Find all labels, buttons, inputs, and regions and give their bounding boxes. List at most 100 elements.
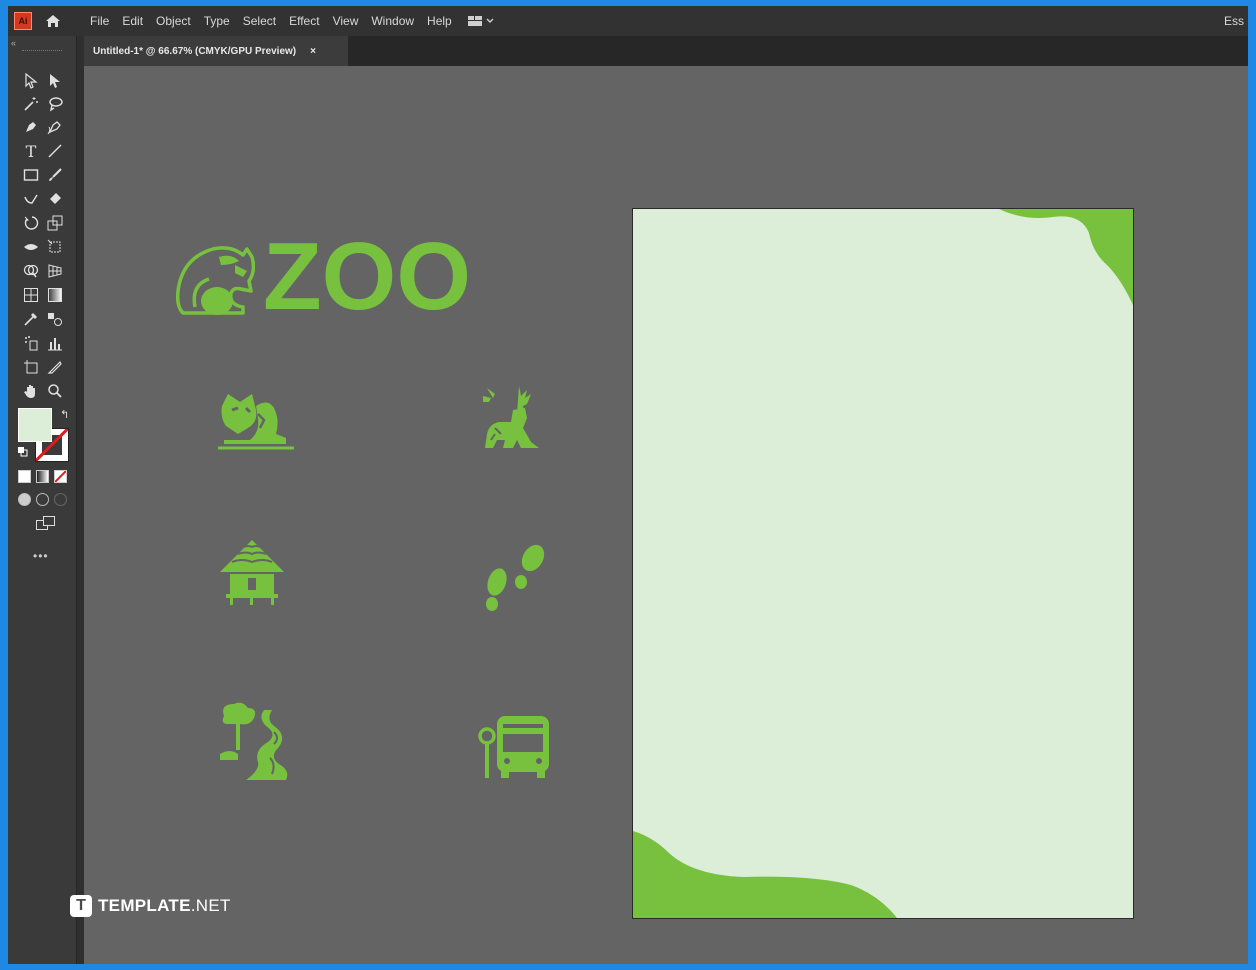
line-segment-tool[interactable] xyxy=(44,140,66,162)
free-transform-tool[interactable] xyxy=(44,236,66,258)
lasso-icon xyxy=(49,97,63,112)
perspective-grid-icon xyxy=(48,264,62,278)
tools-panel: « T ↰ ••• xyxy=(8,36,77,964)
gradient-icon xyxy=(48,288,62,302)
knife-icon xyxy=(47,360,62,374)
menu-effect[interactable]: Effect xyxy=(289,14,319,28)
draw-mode-row xyxy=(18,493,67,506)
screen-mode-icon[interactable] xyxy=(36,516,56,535)
artboard-icon xyxy=(24,360,38,374)
close-icon[interactable]: × xyxy=(310,46,316,57)
column-graph-tool[interactable] xyxy=(44,332,66,354)
paintbrush-tool[interactable] xyxy=(44,164,66,186)
scale-icon xyxy=(47,215,63,231)
zoo-logo[interactable]: ZOO xyxy=(173,229,471,325)
type-tool[interactable]: T xyxy=(20,140,42,162)
paintbrush-icon xyxy=(49,168,62,181)
swap-fill-stroke-icon[interactable]: ↰ xyxy=(60,408,69,421)
curvature-pen-icon xyxy=(47,121,61,135)
menu-edit[interactable]: Edit xyxy=(122,14,143,28)
pen-tool[interactable] xyxy=(20,116,42,138)
deer-icon[interactable] xyxy=(481,384,541,452)
gradient-tool[interactable] xyxy=(44,284,66,306)
fill-swatch[interactable] xyxy=(18,408,52,442)
menu-file[interactable]: File xyxy=(90,14,109,28)
curvature-tool[interactable] xyxy=(44,116,66,138)
shape-builder-tool[interactable] xyxy=(20,260,42,282)
park-path-icon[interactable] xyxy=(216,702,298,782)
zoo-logo-text: ZOO xyxy=(263,223,471,330)
footprints-icon[interactable] xyxy=(481,544,553,612)
eraser-icon xyxy=(50,193,61,204)
panel-grip[interactable] xyxy=(22,50,62,53)
selection-tool[interactable] xyxy=(20,70,42,92)
arrange-documents-icon xyxy=(467,16,482,26)
color-button[interactable] xyxy=(18,470,31,483)
document-tab[interactable]: Untitled-1* @ 66.67% (CMYK/GPU Preview) … xyxy=(84,36,348,66)
menu-window[interactable]: Window xyxy=(371,14,414,28)
pen-nib-icon xyxy=(26,122,36,132)
symbol-sprayer-icon xyxy=(25,336,38,351)
none-button[interactable] xyxy=(54,470,67,483)
mesh-tool[interactable] xyxy=(20,284,42,306)
menu-type[interactable]: Type xyxy=(204,14,230,28)
draw-inside-button[interactable] xyxy=(54,493,67,506)
menu-help[interactable]: Help xyxy=(427,14,452,28)
color-mode-row xyxy=(18,470,67,483)
direct-selection-arrow-icon xyxy=(50,74,60,88)
eraser-tool[interactable] xyxy=(44,188,66,210)
slice-tool[interactable] xyxy=(44,356,66,378)
corner-wave-bottom-left xyxy=(633,831,897,918)
menu-select[interactable]: Select xyxy=(243,14,276,28)
hut-icon[interactable] xyxy=(218,538,286,606)
watermark-brand: TEMPLATE xyxy=(98,896,191,915)
magic-wand-icon xyxy=(24,97,38,111)
perspective-grid-tool[interactable] xyxy=(44,260,66,282)
symbol-sprayer-tool[interactable] xyxy=(20,332,42,354)
rotate-icon xyxy=(24,216,39,230)
width-tool[interactable] xyxy=(20,236,42,258)
artboard-tool[interactable] xyxy=(20,356,42,378)
panda-logo-icon xyxy=(175,246,255,315)
arrange-documents-button[interactable] xyxy=(467,16,494,26)
magic-wand-tool[interactable] xyxy=(20,93,42,115)
workspace-switcher[interactable]: Ess xyxy=(1224,14,1244,28)
menu-bar: Ai File Edit Object Type Select Effect V… xyxy=(8,6,1248,36)
width-icon xyxy=(24,244,38,250)
default-fill-stroke-icon[interactable] xyxy=(18,444,28,457)
gradient-button[interactable] xyxy=(36,470,49,483)
scale-tool[interactable] xyxy=(44,212,66,234)
edit-toolbar-icon[interactable]: ••• xyxy=(33,549,49,563)
draw-normal-button[interactable] xyxy=(18,493,31,506)
canvas-area[interactable]: ZOO T TEMPLATE.NET xyxy=(70,66,1248,964)
fox-icon[interactable] xyxy=(218,392,294,450)
eyedropper-tool[interactable] xyxy=(20,308,42,330)
watermark-text: TEMPLATE.NET xyxy=(98,896,231,916)
hand-tool[interactable] xyxy=(20,380,42,402)
bus-stop-icon[interactable] xyxy=(477,714,553,780)
corner-wave-top-right xyxy=(999,209,1133,305)
shaper-tool[interactable] xyxy=(20,188,42,210)
artboard[interactable] xyxy=(632,208,1134,919)
menu-view[interactable]: View xyxy=(333,14,359,28)
shape-builder-icon xyxy=(23,264,39,278)
rotate-tool[interactable] xyxy=(20,212,42,234)
shaper-icon xyxy=(24,194,38,204)
zoom-tool[interactable] xyxy=(44,380,66,402)
collapse-panel-icon[interactable]: « xyxy=(11,38,16,48)
blend-tool[interactable] xyxy=(44,308,66,330)
mesh-icon xyxy=(24,288,38,302)
blend-icon xyxy=(48,313,62,326)
line-segment-icon xyxy=(48,144,62,158)
document-tab-bar: Untitled-1* @ 66.67% (CMYK/GPU Preview) … xyxy=(84,36,1248,66)
home-icon[interactable] xyxy=(44,13,62,29)
selection-arrow-icon xyxy=(25,73,38,89)
lasso-tool[interactable] xyxy=(44,93,66,115)
magnifier-icon xyxy=(48,384,62,398)
direct-selection-tool[interactable] xyxy=(44,70,66,92)
app-logo: Ai xyxy=(14,12,32,30)
menu-object[interactable]: Object xyxy=(156,14,191,28)
illustrator-window: Ai File Edit Object Type Select Effect V… xyxy=(8,6,1248,964)
rectangle-tool[interactable] xyxy=(20,164,42,186)
draw-behind-button[interactable] xyxy=(36,493,49,506)
